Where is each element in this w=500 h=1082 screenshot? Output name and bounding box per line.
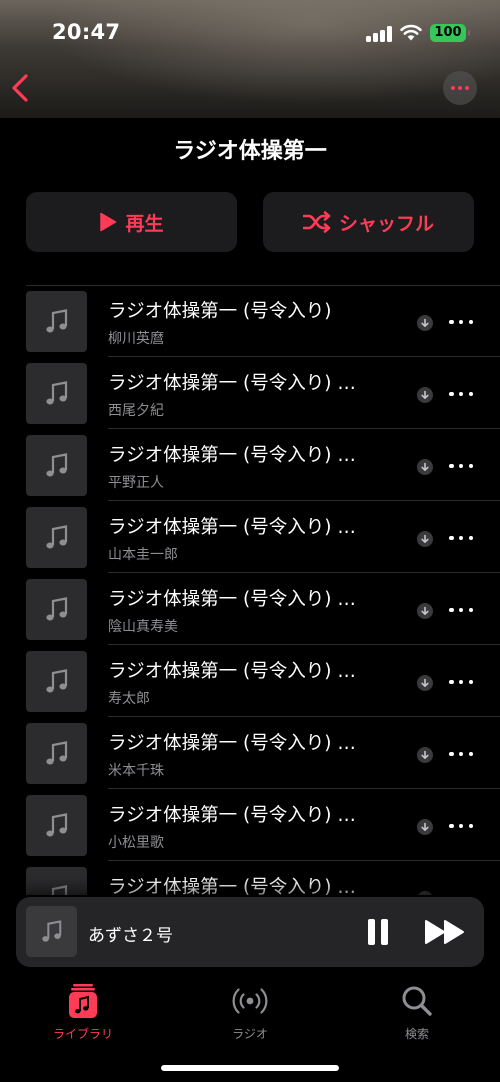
more-options-button[interactable] — [443, 71, 477, 105]
music-note-icon — [45, 740, 67, 764]
downloaded-icon — [417, 675, 433, 691]
music-note-icon — [45, 524, 67, 548]
music-note-icon — [41, 919, 61, 942]
now-playing-title: あずさ２号 — [88, 926, 173, 946]
mini-player[interactable]: あずさ２号 — [16, 897, 484, 967]
tab-library-label: ライブラリ — [52, 1027, 113, 1041]
library-icon — [69, 984, 97, 1018]
battery-icon: 100 — [430, 24, 470, 42]
track-title: ラジオ体操第一 (号令入り) … — [108, 517, 356, 538]
tab-search[interactable]: 検索 — [357, 983, 477, 1042]
track-title: ラジオ体操第一 (号令入り) — [108, 301, 332, 322]
music-note-icon — [51, 884, 67, 895]
track-title: ラジオ体操第一 (号令入り) … — [108, 589, 356, 610]
track-title: ラジオ体操第一 (号令入り) … — [108, 661, 356, 682]
downloaded-icon — [417, 603, 433, 619]
track-row[interactable]: ラジオ体操第一 (号令入り) 柳川英麿 — [0, 285, 500, 357]
play-button[interactable]: 再生 — [26, 192, 237, 252]
fast-forward-icon[interactable] — [424, 918, 466, 946]
track-row[interactable]: ラジオ体操第一 (号令入り) … — [0, 861, 500, 895]
track-row[interactable]: ラジオ体操第一 (号令入り) … 寿太郎 — [0, 645, 500, 717]
track-artwork — [26, 363, 87, 424]
now-playing-artwork — [26, 906, 77, 957]
album-screen: 20:47 100 ラジオ体操第一 再生 シャッフル ラジオ体操第一 (号令入り… — [0, 0, 500, 1082]
track-artwork — [26, 867, 87, 895]
downloaded-icon — [417, 747, 433, 763]
home-indicator[interactable] — [161, 1065, 339, 1071]
shuffle-icon — [302, 211, 331, 233]
track-artist: 平野正人 — [108, 475, 164, 491]
track-artist: 西尾夕紀 — [108, 403, 164, 419]
track-more-button[interactable] — [449, 817, 473, 835]
track-more-button[interactable] — [449, 673, 473, 691]
music-note-icon — [45, 812, 67, 836]
track-artwork — [26, 723, 87, 784]
track-more-button[interactable] — [449, 889, 473, 895]
radio-icon — [232, 988, 268, 1014]
downloaded-icon — [417, 819, 433, 835]
track-more-button[interactable] — [449, 457, 473, 475]
track-more-button[interactable] — [449, 601, 473, 619]
track-artwork — [26, 507, 87, 568]
tab-library[interactable]: ライブラリ — [23, 983, 143, 1042]
track-list[interactable]: ラジオ体操第一 (号令入り) 柳川英麿 ラジオ体操第一 (号令入り) … 西尾夕… — [0, 285, 500, 895]
track-title: ラジオ体操第一 (号令入り) … — [108, 445, 356, 466]
track-more-button[interactable] — [449, 313, 473, 331]
page-title: ラジオ体操第一 — [173, 139, 327, 164]
tab-radio-label: ラジオ — [232, 1027, 268, 1041]
track-row[interactable]: ラジオ体操第一 (号令入り) … 陰山真寿美 — [0, 573, 500, 645]
track-more-button[interactable] — [449, 529, 473, 547]
track-row[interactable]: ラジオ体操第一 (号令入り) … 小松里歌 — [0, 789, 500, 861]
track-artwork — [26, 795, 87, 856]
back-chevron-icon[interactable] — [8, 72, 32, 104]
track-artist: 陰山真寿美 — [108, 619, 178, 635]
track-artist: 小松里歌 — [108, 835, 164, 851]
track-artwork — [26, 291, 87, 352]
track-row[interactable]: ラジオ体操第一 (号令入り) … 山本圭一郎 — [0, 501, 500, 573]
shuffle-button[interactable]: シャッフル — [263, 192, 474, 252]
cellular-signal-icon — [366, 26, 392, 42]
play-icon — [100, 212, 117, 232]
play-button-label: 再生 — [125, 212, 164, 235]
downloaded-icon — [417, 459, 433, 475]
track-more-button[interactable] — [449, 745, 473, 763]
tab-search-label: 検索 — [404, 1027, 429, 1041]
track-artist: 山本圭一郎 — [108, 547, 178, 563]
track-row[interactable]: ラジオ体操第一 (号令入り) … 西尾夕紀 — [0, 357, 500, 429]
music-note-icon — [45, 668, 67, 692]
shuffle-button-label: シャッフル — [338, 212, 434, 235]
music-note-icon — [45, 380, 67, 404]
track-artist: 柳川英麿 — [108, 331, 164, 347]
status-bar: 20:47 100 — [0, 0, 500, 66]
music-note-icon — [45, 308, 67, 332]
pause-button[interactable] — [366, 917, 390, 947]
status-time: 20:47 — [52, 20, 121, 44]
track-title: ラジオ体操第一 (号令入り) … — [108, 805, 356, 826]
downloaded-icon — [417, 315, 433, 331]
track-row[interactable]: ラジオ体操第一 (号令入り) … 米本千珠 — [0, 717, 500, 789]
track-more-button[interactable] — [449, 385, 473, 403]
wifi-icon — [400, 24, 422, 41]
downloaded-icon — [417, 387, 433, 403]
track-artwork — [26, 435, 87, 496]
track-artwork — [26, 579, 87, 640]
music-note-icon — [45, 596, 67, 620]
track-artist: 米本千珠 — [108, 763, 164, 779]
track-title: ラジオ体操第一 (号令入り) … — [108, 877, 356, 895]
track-title: ラジオ体操第一 (号令入り) … — [108, 733, 356, 754]
tab-radio[interactable]: ラジオ — [190, 983, 310, 1042]
track-artist: 寿太郎 — [108, 691, 150, 707]
track-row[interactable]: ラジオ体操第一 (号令入り) … 平野正人 — [0, 429, 500, 501]
track-artwork — [26, 651, 87, 712]
music-note-icon — [45, 452, 67, 476]
downloaded-icon — [417, 891, 433, 895]
downloaded-icon — [417, 531, 433, 547]
search-icon — [402, 986, 432, 1016]
track-title: ラジオ体操第一 (号令入り) … — [108, 373, 356, 394]
